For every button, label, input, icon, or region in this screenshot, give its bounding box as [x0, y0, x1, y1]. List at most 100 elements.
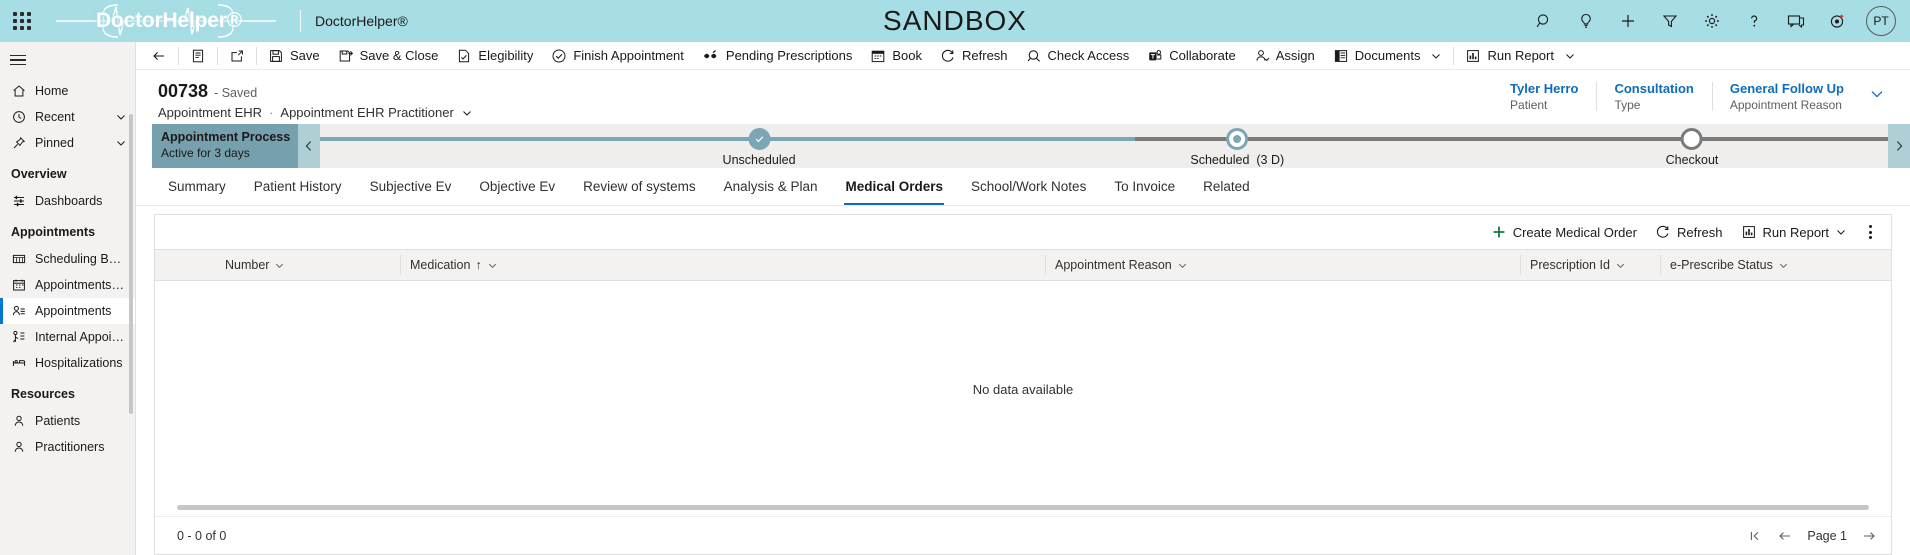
refresh-button[interactable]: Refresh	[931, 42, 1017, 70]
pagination-controls: Page 1	[1747, 529, 1877, 543]
app-launcher-button[interactable]	[0, 0, 44, 42]
subgrid-more-commands-button[interactable]	[1857, 218, 1883, 246]
chevron-down-icon[interactable]	[1430, 50, 1442, 62]
tab-analysis-and-plan[interactable]: Analysis & Plan	[710, 168, 832, 205]
column-header-eprescribe-status[interactable]: e-Prescribe Status	[1660, 249, 1840, 281]
home-icon	[11, 84, 26, 98]
tab-patient-history[interactable]: Patient History	[240, 168, 356, 205]
command-label: Assign	[1275, 48, 1315, 63]
command-label: Run Report	[1487, 48, 1554, 63]
back-button[interactable]	[142, 42, 176, 70]
assign-button[interactable]: Assign	[1245, 42, 1324, 70]
assistant-add-icon[interactable]	[1818, 0, 1858, 42]
elegibility-button[interactable]: Elegibility	[447, 42, 542, 70]
finish-appointment-button[interactable]: Finish Appointment	[542, 42, 693, 70]
hamburger-icon	[10, 52, 26, 69]
sidebar-item-appointments[interactable]: Appointments	[0, 298, 135, 324]
header-field-type: Consultation Type	[1596, 81, 1711, 112]
search-icon[interactable]	[1524, 0, 1564, 42]
document-check-icon	[459, 49, 470, 62]
column-header-medication[interactable]: Medication ↑	[400, 249, 1045, 281]
tab-medical-orders[interactable]: Medical Orders	[831, 168, 957, 205]
subgrid-run-report-button[interactable]: Run Report	[1733, 218, 1855, 246]
sidebar-item-home[interactable]: Home	[0, 78, 135, 104]
plus-icon[interactable]	[1608, 0, 1648, 42]
question-icon[interactable]	[1734, 0, 1774, 42]
bpf-stage-checkout[interactable]: Checkout	[1666, 124, 1718, 167]
header-field-value[interactable]: Tyler Herro	[1510, 81, 1578, 96]
bpf-name-button[interactable]: Appointment Process Active for 3 days	[152, 124, 298, 168]
tab-related[interactable]: Related	[1189, 168, 1264, 205]
form-selector-button[interactable]	[181, 42, 215, 70]
tab-review-of-systems[interactable]: Review of systems	[569, 168, 710, 205]
sidebar-item-patients[interactable]: Patients	[0, 408, 135, 434]
horizontal-scrollbar[interactable]	[177, 504, 1869, 510]
sidebar-scrollbar[interactable]	[129, 114, 133, 414]
command-label: Elegibility	[478, 48, 534, 63]
first-page-button[interactable]	[1747, 529, 1763, 543]
header-expand-button[interactable]	[1862, 81, 1892, 107]
sidebar-item-hospitalizations[interactable]: Hospitalizations	[0, 350, 135, 376]
check-access-button[interactable]: Check Access	[1017, 42, 1139, 70]
column-header-prescription-id[interactable]: Prescription Id	[1520, 249, 1660, 281]
chat-icon[interactable]	[1776, 0, 1816, 42]
tab-school-work-notes[interactable]: School/Work Notes	[957, 168, 1100, 205]
application-window: DoctorHelper® DoctorHelper® SANDBOX PT H…	[0, 0, 1910, 555]
sidebar-item-internal-appointments[interactable]: Internal Appoint...	[0, 324, 135, 350]
sidebar-item-scheduling-board[interactable]: Scheduling Board	[0, 246, 135, 272]
sidebar-item-label: Dashboards	[35, 194, 103, 208]
tab-label: Subjective Ev	[369, 179, 452, 194]
pending-prescriptions-button[interactable]: Pending Prescriptions	[693, 42, 861, 70]
chevron-down-icon[interactable]	[1835, 226, 1847, 238]
breadcrumb-parent[interactable]: Appointment EHR	[158, 105, 262, 120]
chevron-down-icon[interactable]	[115, 111, 127, 123]
chevron-down-icon	[1616, 263, 1624, 268]
previous-page-button[interactable]	[1777, 529, 1793, 543]
gear-icon[interactable]	[1692, 0, 1732, 42]
breadcrumb-current[interactable]: Appointment EHR Practitioner	[280, 105, 453, 120]
sidebar-item-appointments-board[interactable]: Appointments Bo...	[0, 272, 135, 298]
sidebar-item-recent[interactable]: Recent	[0, 104, 135, 130]
avatar[interactable]: PT	[1866, 6, 1896, 36]
header-field-value[interactable]: Consultation	[1614, 81, 1693, 96]
command-label: Book	[892, 48, 923, 63]
bpf-stage-unscheduled[interactable]: Unscheduled	[723, 124, 796, 167]
tab-objective-ev[interactable]: Objective Ev	[465, 168, 569, 205]
tab-summary[interactable]: Summary	[154, 168, 240, 205]
bpf-next-button[interactable]	[1888, 124, 1910, 168]
filter-icon[interactable]	[1650, 0, 1690, 42]
collaborate-button[interactable]: Collaborate	[1138, 42, 1245, 70]
subgrid-refresh-button[interactable]: Refresh	[1647, 218, 1731, 246]
tab-to-invoice[interactable]: To Invoice	[1100, 168, 1189, 205]
sidebar-item-pinned[interactable]: Pinned	[0, 130, 135, 156]
lightbulb-icon[interactable]	[1566, 0, 1606, 42]
column-header-appointment-reason[interactable]: Appointment Reason	[1045, 249, 1520, 281]
popout-button[interactable]	[220, 42, 254, 70]
create-medical-order-button[interactable]: Create Medical Order	[1483, 218, 1645, 246]
sidebar-item-label: Hospitalizations	[35, 356, 123, 370]
chevron-down-icon[interactable]	[461, 107, 473, 119]
documents-button[interactable]: Documents	[1324, 42, 1452, 70]
next-page-button[interactable]	[1861, 529, 1877, 543]
bpf-stage-scheduled[interactable]: Scheduled (3 D)	[1190, 124, 1284, 167]
chevron-down-icon[interactable]	[1564, 50, 1576, 62]
save-and-close-button[interactable]: Save & Close	[329, 42, 448, 70]
column-header-number[interactable]: Number	[155, 249, 400, 281]
brand-logo[interactable]: DoctorHelper®	[44, 0, 294, 42]
page-title: 00738	[158, 81, 209, 101]
chevron-down-icon	[1178, 263, 1186, 268]
app-name-label[interactable]: DoctorHelper®	[315, 13, 408, 29]
save-button[interactable]: Save	[259, 42, 329, 70]
sidebar-item-practitioners[interactable]: Practitioners	[0, 434, 135, 460]
book-button[interactable]: Book	[861, 42, 931, 70]
sidebar-hamburger-button[interactable]	[0, 42, 135, 78]
chevron-down-icon[interactable]	[115, 137, 127, 149]
header-field-value[interactable]: General Follow Up	[1730, 81, 1844, 96]
environment-title: SANDBOX	[883, 5, 1027, 36]
word-doc-icon	[1334, 49, 1347, 62]
sidebar-item-dashboards[interactable]: Dashboards	[0, 188, 135, 214]
bpf-collapse-button[interactable]	[298, 124, 320, 168]
run-report-button[interactable]: Run Report	[1456, 42, 1584, 70]
tab-subjective-ev[interactable]: Subjective Ev	[356, 168, 466, 205]
app-body: Home Recent Pinned Overview Dashboards A…	[0, 42, 1910, 555]
